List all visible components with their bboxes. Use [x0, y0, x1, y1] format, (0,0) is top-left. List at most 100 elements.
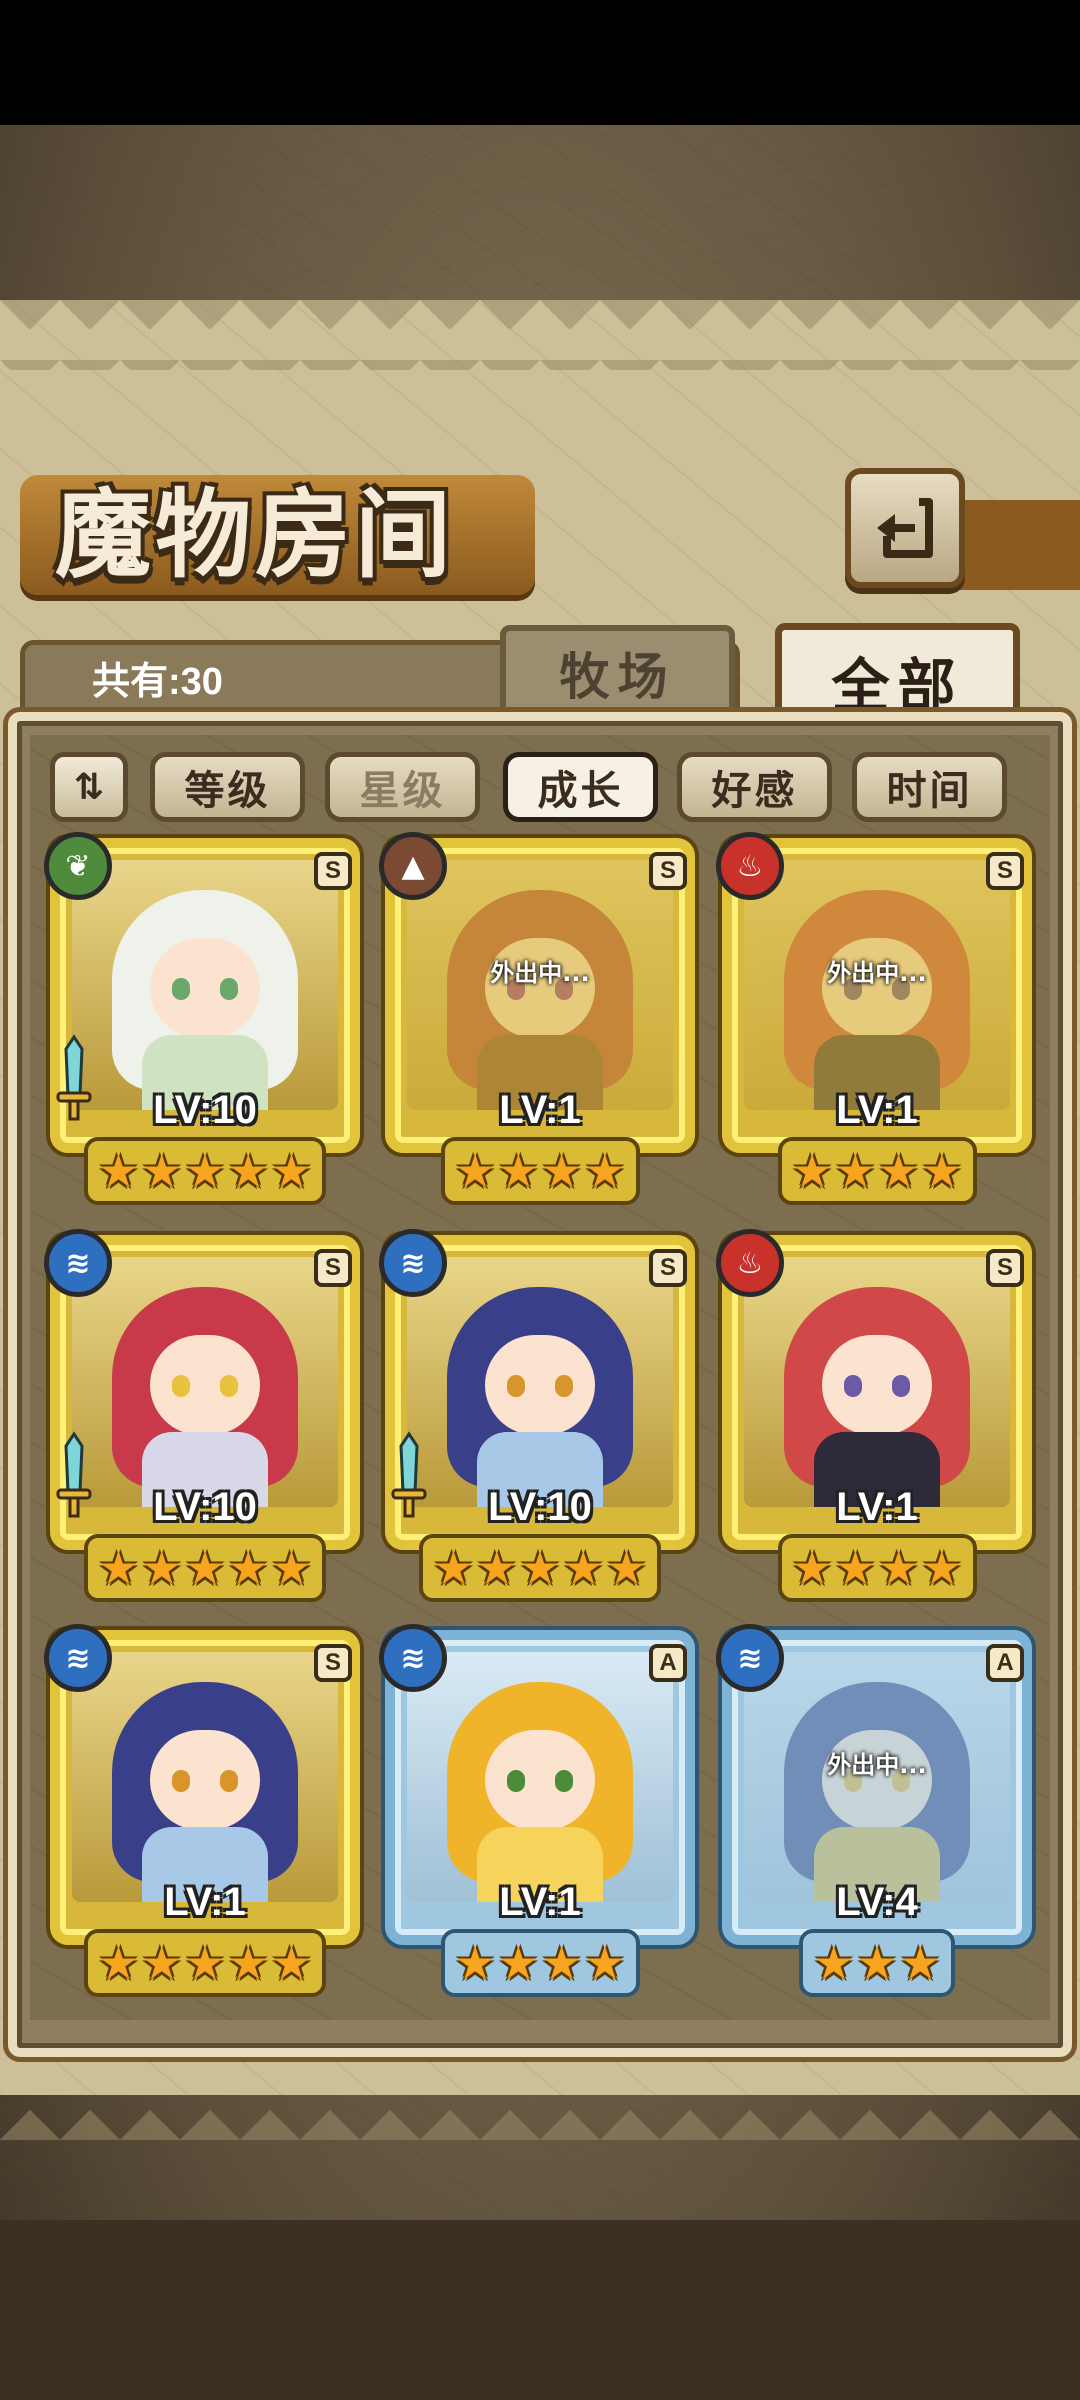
star-icon: ★: [227, 1541, 269, 1595]
star-icon: ★: [141, 1541, 183, 1595]
star-icon: ★: [476, 1541, 518, 1595]
sword-icon: [54, 1033, 94, 1123]
rank-badge: S: [986, 1249, 1024, 1287]
level-label: LV:4: [836, 1880, 918, 1924]
star-rating: ★ ★ ★ ★: [722, 1534, 1032, 1602]
rank-badge: S: [314, 1249, 352, 1287]
tab-ranch[interactable]: 牧场: [500, 625, 735, 720]
portrait-eye: [555, 1770, 573, 1792]
level-label: LV:1: [164, 1880, 246, 1924]
monster-card[interactable]: LV:1 S ♨ ★ ★ ★ ★ 外出中...: [716, 832, 1032, 1208]
monster-card[interactable]: LV:4 A ≋ ★ ★ ★ 外出中...: [716, 1624, 1032, 2000]
monster-card[interactable]: LV:1 S ♨ ★ ★ ★ ★: [716, 1229, 1032, 1605]
sort-time-button[interactable]: 时间: [852, 752, 1007, 822]
rank-badge: S: [649, 852, 687, 890]
star-icon: ★: [834, 1541, 876, 1595]
star-icon: ★: [497, 1936, 539, 1990]
star-icon: ★: [921, 1541, 963, 1595]
portrait-face: [150, 1335, 260, 1435]
portrait-eye: [220, 1770, 238, 1792]
water-icon: ≋: [44, 1624, 112, 1692]
star-icon: ★: [184, 1541, 226, 1595]
sword-icon: [389, 1430, 429, 1520]
star-icon: ★: [584, 1144, 626, 1198]
portrait-eye: [172, 978, 190, 1000]
star-row: ★ ★ ★ ★ ★: [83, 1137, 327, 1205]
star-icon: ★: [270, 1144, 313, 1198]
star-icon: ★: [541, 1936, 583, 1990]
sort-growth-button[interactable]: 成长: [503, 752, 658, 822]
sword-icon: [54, 1430, 94, 1520]
sort-order-toggle[interactable]: ⇅: [50, 752, 128, 822]
water-icon: ≋: [379, 1624, 447, 1692]
monster-portrait: [407, 1257, 673, 1507]
star-icon: ★: [454, 1144, 496, 1198]
sort-affection-button[interactable]: 好感: [677, 752, 832, 822]
star-rating: ★ ★ ★ ★ ★: [385, 1534, 695, 1602]
star-rating: ★ ★ ★ ★: [385, 1137, 695, 1205]
sort-order-icon: ⇅: [73, 766, 105, 808]
monster-card[interactable]: LV:1 S ▲ ★ ★ ★ ★ 外出中...: [379, 832, 695, 1208]
star-icon: ★: [97, 1144, 140, 1198]
page-title: 魔物房间: [55, 478, 455, 591]
away-status-label: 外出中...: [490, 959, 590, 987]
star-icon: ★: [899, 1936, 941, 1990]
lower-map-band: [0, 2220, 1080, 2400]
sort-star-button[interactable]: 星级: [325, 752, 480, 822]
rank-badge: S: [649, 1249, 687, 1287]
portrait-eye: [507, 1375, 525, 1397]
level-label: LV:10: [153, 1088, 257, 1132]
star-icon: ★: [562, 1541, 604, 1595]
star-icon: ★: [97, 1936, 140, 1990]
star-icon: ★: [878, 1541, 920, 1595]
portrait-eye: [844, 1375, 862, 1397]
star-icon: ★: [878, 1144, 920, 1198]
star-icon: ★: [584, 1936, 626, 1990]
portrait-eye: [892, 1375, 910, 1397]
level-label: LV:1: [836, 1485, 918, 1529]
star-rating: ★ ★ ★ ★ ★: [50, 1929, 360, 1997]
star-row: ★ ★ ★ ★: [440, 1929, 640, 1997]
star-icon: ★: [541, 1144, 583, 1198]
star-rating: ★ ★ ★: [722, 1929, 1032, 1997]
star-icon: ★: [227, 1144, 269, 1198]
star-icon: ★: [184, 1936, 226, 1990]
star-rating: ★ ★ ★ ★ ★: [50, 1534, 360, 1602]
monster-portrait: [744, 1257, 1010, 1507]
level-label: LV:1: [499, 1088, 581, 1132]
monster-portrait: [72, 860, 338, 1110]
star-icon: ★: [791, 1541, 833, 1595]
star-row: ★ ★ ★ ★: [777, 1534, 977, 1602]
star-rating: ★ ★ ★ ★ ★: [50, 1137, 360, 1205]
panel-bottom-edge: [0, 2080, 1080, 2160]
portrait-eye: [220, 978, 238, 1000]
sort-level-button[interactable]: 等级: [150, 752, 305, 822]
portrait-eye: [555, 1375, 573, 1397]
star-icon: ★: [184, 1144, 226, 1198]
portrait-eye: [220, 1375, 238, 1397]
star-icon: ★: [497, 1144, 539, 1198]
portrait-eye: [507, 1770, 525, 1792]
mountain-icon: ▲: [379, 832, 447, 900]
star-icon: ★: [519, 1541, 561, 1595]
star-icon: ★: [141, 1936, 183, 1990]
star-icon: ★: [791, 1144, 833, 1198]
monster-count: 共有:30: [92, 661, 223, 703]
star-row: ★ ★ ★ ★ ★: [83, 1929, 327, 1997]
monster-card[interactable]: LV:10 S ≋ ★ ★ ★ ★ ★: [379, 1229, 695, 1605]
return-icon: [877, 498, 933, 558]
monster-card[interactable]: LV:10 S ≋ ★ ★ ★ ★ ★: [44, 1229, 360, 1605]
star-icon: ★: [921, 1144, 963, 1198]
monster-card[interactable]: LV:10 S ❦ ★ ★ ★ ★ ★: [44, 832, 360, 1208]
monster-portrait: [72, 1652, 338, 1902]
star-rating: ★ ★ ★ ★: [722, 1137, 1032, 1205]
monster-portrait: [407, 1652, 673, 1902]
monster-card[interactable]: LV:1 S ≋ ★ ★ ★ ★ ★: [44, 1624, 360, 2000]
portrait-face: [150, 1730, 260, 1830]
panel-top-edge: [0, 300, 1080, 370]
water-icon: ≋: [44, 1229, 112, 1297]
monster-card[interactable]: LV:1 A ≋ ★ ★ ★ ★: [379, 1624, 695, 2000]
back-button[interactable]: [845, 468, 965, 588]
away-status-label: 外出中...: [827, 1751, 927, 1779]
rank-badge: A: [986, 1644, 1024, 1682]
